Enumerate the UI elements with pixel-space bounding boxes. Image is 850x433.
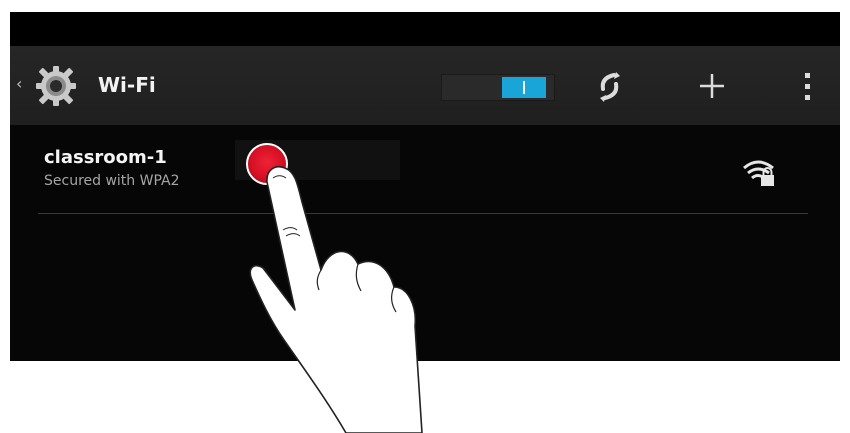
- toggle-knob: [502, 77, 546, 98]
- status-bar: [10, 12, 840, 46]
- wifi-lock-icon: [743, 160, 774, 186]
- network-name: classroom-1: [44, 147, 167, 168]
- network-status: Secured with WPA2: [44, 173, 180, 189]
- wifi-toggle[interactable]: [441, 74, 555, 101]
- back-caret-icon[interactable]: ‹: [16, 76, 22, 92]
- pointing-hand-icon: [249, 166, 423, 433]
- page-title: Wi-Fi: [98, 73, 156, 97]
- action-bar: ‹ Wi-Fi: [10, 46, 840, 125]
- overflow-menu-icon[interactable]: [786, 64, 830, 108]
- settings-icon[interactable]: [32, 62, 80, 110]
- add-icon[interactable]: [690, 64, 734, 108]
- scan-icon[interactable]: [588, 64, 632, 108]
